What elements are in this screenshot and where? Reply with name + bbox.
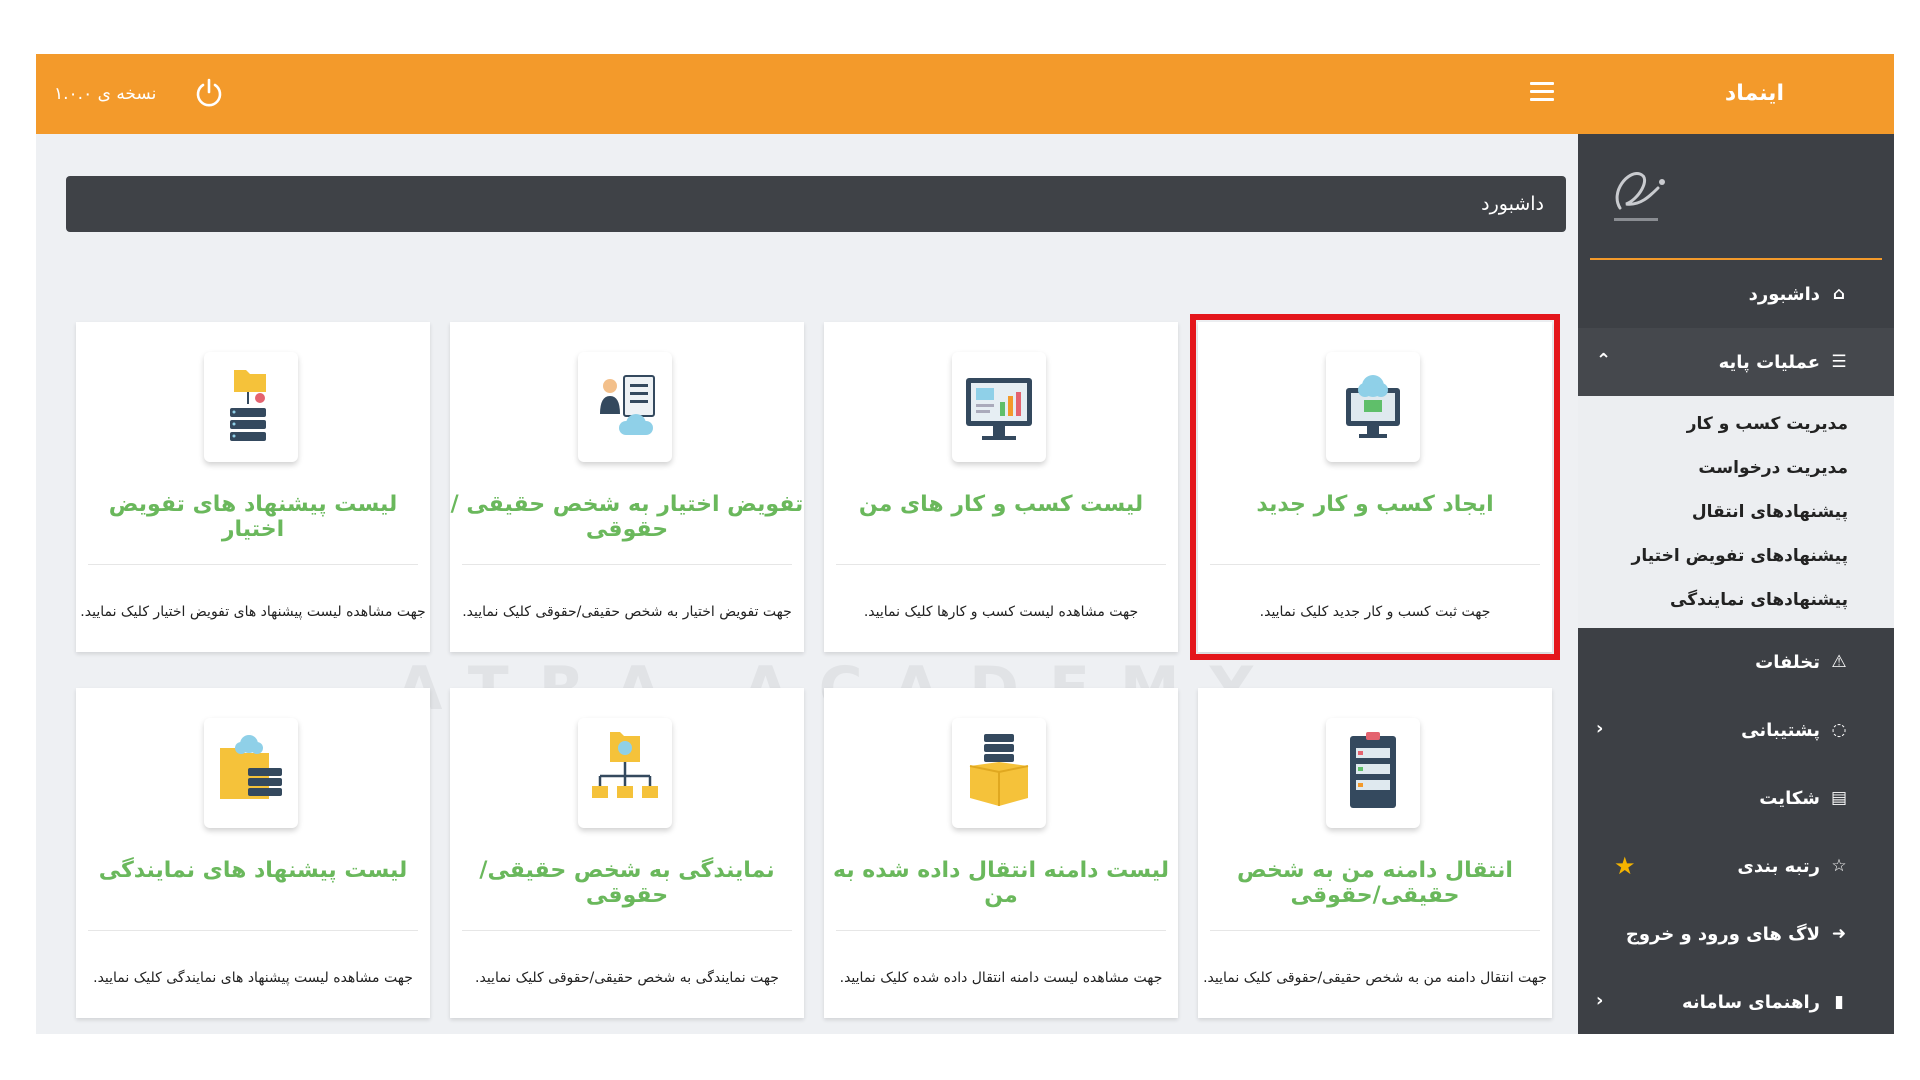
submenu-item-delegation-offers[interactable]: پیشنهادهای تفویض اختیار [1578,534,1894,578]
card-description: جهت ثبت کسب و کار جدید کلیک نمایید. [1259,604,1491,620]
enamad-logo [1600,152,1670,232]
chat-icon: ◌ [1831,720,1847,740]
version-label: نسخه ی ۱.۰.۰ [54,84,157,104]
sidebar-item-label: پشتیبانی [1741,719,1820,741]
box-server-icon [952,718,1046,828]
chevron-left-icon: ‹ [1596,718,1604,739]
card-divider [88,930,418,931]
card-divider [88,564,418,565]
card-description: جهت مشاهده لیست پیشنهاد های نمایندگی کلی… [93,970,413,986]
submenu-item-manage-business[interactable]: مدیریت کسب و کار [1578,402,1894,446]
page-title: داشبورد [66,176,1566,232]
star-outline-icon: ☆ [1831,856,1847,876]
card-title: انتقال دامنه من به شخص حقیقی/حقوقی [1237,858,1513,908]
card-representation[interactable]: نمایندگی به شخص حقیقی/حقوقی جهت نمایندگی… [450,688,804,1018]
sidebar-item-base-operations[interactable]: ☰ عملیات پایه ⌃ [1578,328,1894,396]
submenu-item-manage-requests[interactable]: مدیریت درخواست [1578,446,1894,490]
card-my-businesses[interactable]: لیست کسب و کار های من جهت مشاهده لیست کس… [824,322,1178,652]
submenu-base-operations: مدیریت کسب و کار مدیریت درخواست پیشنهاده… [1578,396,1894,628]
chevron-up-icon: ⌃ [1596,350,1612,371]
card-divider [462,930,792,931]
sidebar-item-label: داشبورد [1748,283,1820,305]
card-divider [836,564,1166,565]
card-title: لیست پیشنهاد های تفویض اختیار [108,492,398,542]
file-icon: ▮ [1834,992,1844,1012]
top-bar: نسخه ی ۱.۰.۰ اینماد [36,54,1894,134]
card-title: نمایندگی به شخص حقیقی/حقوقی [479,858,775,908]
sidebar-item-complaint[interactable]: ▤ شکایت [1578,764,1894,832]
card-title: ایجاد کسب و کار جدید [1256,492,1494,517]
network-folder-icon [578,718,672,828]
card-delegate-authority[interactable]: تفویض اختیار به شخص حقیقی / حقوقی جهت تف… [450,322,804,652]
submenu-item-representation-offers[interactable]: پیشنهادهای نمایندگی [1578,578,1894,622]
sidebar-item-support[interactable]: ◌ پشتیبانی ‹ [1578,696,1894,764]
sidebar-item-label: عملیات پایه [1718,351,1820,373]
app-window: نسخه ی ۱.۰.۰ اینماد داشبورد ATRA ACADEMY… [36,54,1894,1034]
hamburger-icon[interactable] [1530,82,1554,104]
card-divider [462,564,792,565]
card-title: لیست کسب و کار های من [858,492,1144,517]
sidebar-item-dashboard[interactable]: ⌂ داشبورد [1578,260,1894,328]
document-icon: ▤ [1830,788,1848,808]
sidebar: ⌂ داشبورد ☰ عملیات پایه ⌃ مدیریت کسب و ک… [1578,134,1894,1034]
sidebar-item-label: لاگ های ورود و خروج [1625,923,1820,945]
clipboard-icon [1326,718,1420,828]
card-description: جهت مشاهده لیست دامنه انتقال داده شده کل… [839,970,1163,986]
card-representation-offers[interactable]: لیست پیشنهاد های نمایندگی جهت مشاهده لیس… [76,688,430,1018]
card-create-business[interactable]: ایجاد کسب و کار جدید جهت ثبت کسب و کار ج… [1190,314,1560,660]
sidebar-item-label: تخلفات [1755,651,1820,673]
monitor-chart-icon [952,352,1046,462]
sidebar-item-violations[interactable]: ⚠ تخلفات [1578,628,1894,696]
sidebar-item-label: رتبه بندی [1737,855,1820,877]
card-transfer-domain[interactable]: انتقال دامنه من به شخص حقیقی/حقوقی جهت ا… [1198,688,1552,1018]
arrow-circle-icon: ➜ [1831,924,1847,944]
chevron-left-icon: ‹ [1596,990,1604,1011]
sidebar-item-label: راهنمای سامانه [1682,991,1820,1013]
home-icon: ⌂ [1832,284,1846,304]
card-transferred-domains[interactable]: لیست دامنه انتقال داده شده به من جهت مشا… [824,688,1178,1018]
card-divider [1210,564,1540,565]
card-title: تفویض اختیار به شخص حقیقی / حقوقی [450,492,804,542]
card-title: لیست پیشنهاد های نمایندگی [98,858,408,883]
card-divider [836,930,1166,931]
sidebar-item-label: شکایت [1759,787,1820,809]
card-description: جهت تفویض اختیار به شخص حقیقی/حقوقی کلیک… [462,604,792,620]
dashboard-cards: ایجاد کسب و کار جدید جهت ثبت کسب و کار ج… [76,314,1566,1034]
list-icon: ☰ [1831,352,1847,372]
logo-area [1590,134,1882,260]
card-divider [1210,930,1540,931]
sidebar-item-rating[interactable]: ☆ رتبه بندی ★ [1578,832,1894,900]
person-cloud-icon [578,352,672,462]
card-description: جهت مشاهده لیست پیشنهاد های تفویض اختیار… [80,604,426,620]
card-description: جهت نمایندگی به شخص حقیقی/حقوقی کلیک نما… [475,970,779,986]
card-delegation-offers[interactable]: لیست پیشنهاد های تفویض اختیار جهت مشاهده… [76,322,430,652]
folder-server-icon [204,352,298,462]
sidebar-item-help[interactable]: ▮ راهنمای سامانه ‹ [1578,968,1894,1034]
folder-cloud-server-icon [204,718,298,828]
warning-icon: ⚠ [1831,652,1847,672]
card-description: جهت مشاهده لیست کسب و کارها کلیک نمایید. [863,604,1139,620]
brand-title: اینماد [1724,81,1784,106]
monitor-cloud-icon [1326,352,1420,462]
star-filled-icon: ★ [1614,852,1636,880]
submenu-item-transfer-offers[interactable]: پیشنهادهای انتقال [1578,490,1894,534]
power-icon[interactable] [194,78,224,108]
card-title: لیست دامنه انتقال داده شده به من [833,858,1169,908]
sidebar-item-login-logs[interactable]: ➜ لاگ های ورود و خروج [1578,900,1894,968]
card-description: جهت انتقال دامنه من به شخص حقیقی/حقوقی ک… [1203,970,1547,986]
